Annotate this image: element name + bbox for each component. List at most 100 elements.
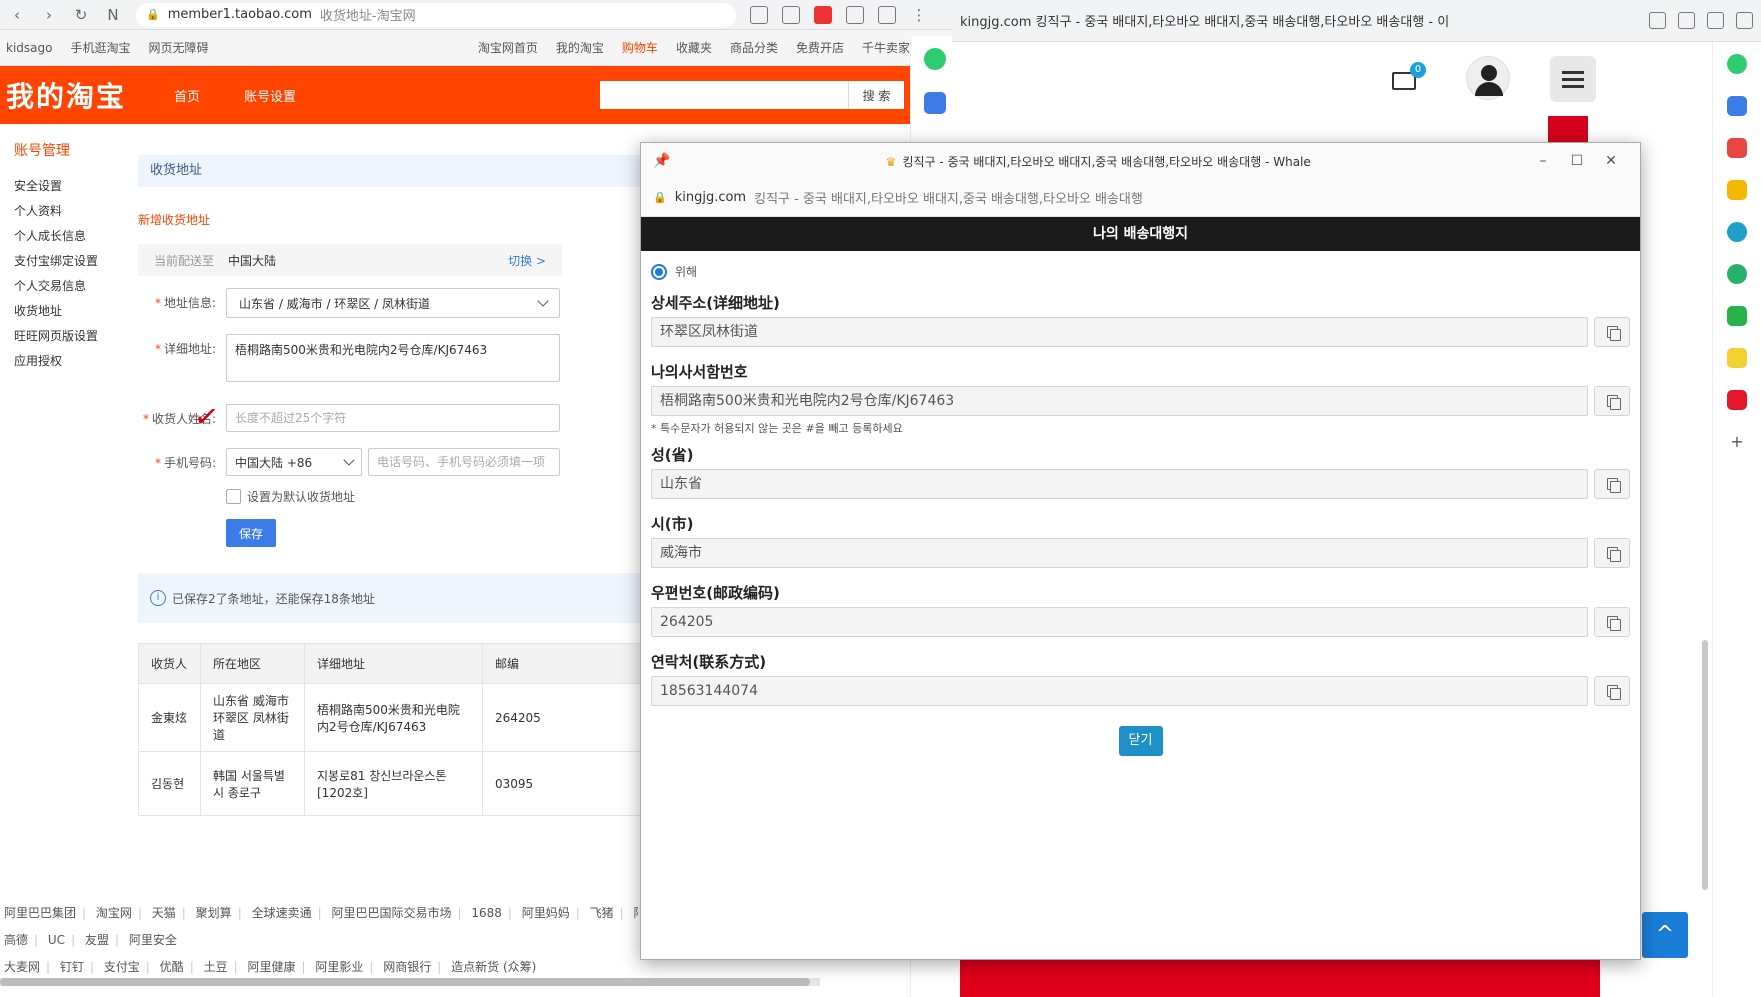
- address-info-select[interactable]: 山东省 / 威海市 / 环翠区 / 凤林街道: [226, 288, 560, 318]
- field-phone-value[interactable]: 18563144074: [651, 676, 1588, 706]
- footer-link[interactable]: UC: [48, 933, 65, 947]
- edge-icon[interactable]: [1727, 222, 1747, 242]
- copy-icon[interactable]: [1594, 607, 1630, 637]
- reload-icon[interactable]: ↻: [72, 6, 90, 24]
- field-mailbox-value[interactable]: 梧桐路南500米贵和光电院内2号仓库/KJ67463: [651, 386, 1588, 416]
- top-link-cart[interactable]: 购物车: [622, 39, 658, 56]
- footer-link[interactable]: 大麦网: [4, 960, 40, 974]
- scroll-top-button[interactable]: ^: [1642, 912, 1688, 958]
- footer-link[interactable]: 支付宝: [104, 960, 140, 974]
- now-icon[interactable]: [1727, 390, 1747, 410]
- copy-icon[interactable]: [1594, 676, 1630, 706]
- address-bar[interactable]: 🔒 member1.taobao.com 收货地址-淘宝网: [136, 2, 736, 27]
- footer-link[interactable]: 阿里安全: [129, 933, 177, 947]
- footer-link[interactable]: 阿里巴巴国际交易市场: [331, 906, 451, 920]
- minimize-icon[interactable]: –: [1526, 153, 1560, 169]
- footer-link[interactable]: 钉钉: [60, 960, 84, 974]
- green-circle-icon[interactable]: [1727, 54, 1747, 74]
- detail-address-textarea[interactable]: 梧桐路南500米贵和光电院内2号仓库/KJ67463: [226, 334, 560, 382]
- footer-link[interactable]: 阿里巴巴集团: [4, 906, 76, 920]
- sidebar-toggle-icon[interactable]: [878, 5, 896, 24]
- footer-link[interactable]: 飞猪: [590, 906, 614, 920]
- my-taobao-logo[interactable]: 我的淘宝: [6, 75, 126, 115]
- nav-account-settings[interactable]: 账号设置: [244, 86, 296, 105]
- pocket-icon[interactable]: [1727, 138, 1747, 158]
- home-icon[interactable]: N: [104, 6, 122, 24]
- calendar-icon[interactable]: [923, 92, 946, 114]
- search-input[interactable]: [600, 81, 848, 109]
- sidebar-item-alipay[interactable]: 支付宝绑定设置: [14, 249, 124, 274]
- sidebar-item-growth[interactable]: 个人成长信息: [14, 224, 124, 249]
- capture-icon[interactable]: [1707, 12, 1724, 29]
- footer-link[interactable]: 优酷: [160, 960, 184, 974]
- sidebar-item-profile[interactable]: 个人资料: [14, 199, 124, 224]
- top-link-home[interactable]: 淘宝网首页: [478, 39, 538, 56]
- top-link-my-taobao[interactable]: 我的淘宝: [556, 39, 604, 56]
- top-link-user[interactable]: kidsago: [6, 41, 52, 55]
- field-province-value[interactable]: 山东省: [651, 469, 1588, 499]
- top-link-favorites[interactable]: 收藏夹: [676, 39, 712, 56]
- top-link-categories[interactable]: 商品分类: [730, 39, 778, 56]
- add-icon[interactable]: +: [1727, 432, 1747, 452]
- more-menu-icon[interactable]: ⋮: [910, 6, 928, 24]
- footer-link[interactable]: 淘宝网: [96, 906, 132, 920]
- phone-input[interactable]: 电话号码、手机号码必须填一项: [368, 448, 560, 476]
- bookmark-icon[interactable]: [1678, 12, 1695, 29]
- close-icon[interactable]: ✕: [1594, 153, 1628, 169]
- footer-link[interactable]: 聚划算: [196, 906, 232, 920]
- save-button[interactable]: 保存: [226, 519, 276, 547]
- top-link-mobile[interactable]: 手机逛淘宝: [70, 39, 130, 56]
- footer-link[interactable]: 天猫: [152, 906, 176, 920]
- pin-icon[interactable]: 📌: [653, 153, 670, 169]
- field-city-value[interactable]: 威海市: [651, 538, 1588, 568]
- field-detail-value[interactable]: 环翠区凤林街道: [651, 317, 1588, 347]
- play-icon[interactable]: [1727, 264, 1747, 284]
- copy-icon[interactable]: [1594, 386, 1630, 416]
- footer-link[interactable]: 阿里影业: [315, 960, 363, 974]
- scroll-thumb[interactable]: [0, 978, 810, 986]
- sidebar-item-address[interactable]: 收货地址: [14, 299, 124, 324]
- capture-icon[interactable]: [846, 5, 864, 24]
- field-zip-value[interactable]: 264205: [651, 607, 1588, 637]
- top-link-open-shop[interactable]: 免费开店: [796, 39, 844, 56]
- sidebar-item-security[interactable]: 安全设置: [14, 174, 124, 199]
- user-avatar-icon[interactable]: [1466, 56, 1510, 100]
- horizontal-scrollbar[interactable]: [0, 978, 820, 986]
- footer-link[interactable]: 全球速卖通: [252, 906, 312, 920]
- bookmark-icon[interactable]: [782, 5, 800, 24]
- popup-address-bar[interactable]: 🔒 kingjg.com 킹직구 - 중국 배대지,타오바오 배대지,중국 배송…: [641, 179, 1640, 217]
- green-circle-icon[interactable]: [923, 48, 946, 70]
- footer-link[interactable]: 造点新货 (众筹): [451, 960, 536, 974]
- phone-code-select[interactable]: 中国大陆 +86: [226, 448, 362, 476]
- calendar-icon[interactable]: [1727, 96, 1747, 116]
- extension-icon[interactable]: [814, 5, 832, 24]
- footer-link[interactable]: 1688: [471, 906, 502, 920]
- share-icon[interactable]: [1649, 12, 1666, 29]
- share-icon[interactable]: [750, 5, 768, 24]
- copy-icon[interactable]: [1594, 469, 1630, 499]
- sidebar-item-app-auth[interactable]: 应用授权: [14, 349, 124, 374]
- copy-icon[interactable]: [1594, 538, 1630, 568]
- right-tab-title[interactable]: kingjg.com 킹직구 - 중국 배대지,타오바오 배대지,중국 배송대행…: [960, 11, 1637, 30]
- sidebar-item-wangwang[interactable]: 旺旺网页版设置: [14, 324, 124, 349]
- maximize-icon[interactable]: ☐: [1560, 153, 1594, 169]
- footer-link[interactable]: 阿里妈妈: [522, 906, 570, 920]
- footer-link[interactable]: 土豆: [204, 960, 228, 974]
- footer-link[interactable]: 阿里健康: [247, 960, 295, 974]
- footer-link[interactable]: 高德: [4, 933, 28, 947]
- switch-region-link[interactable]: 切换 >: [508, 252, 546, 269]
- default-address-checkbox[interactable]: [226, 489, 241, 504]
- sidebar-item-trade-info[interactable]: 个人交易信息: [14, 274, 124, 299]
- forward-icon[interactable]: ›: [40, 6, 58, 24]
- search-button[interactable]: 搜 索: [848, 81, 904, 109]
- copy-icon[interactable]: [1594, 317, 1630, 347]
- footer-link[interactable]: 友盟: [85, 933, 109, 947]
- note-icon[interactable]: [1727, 348, 1747, 368]
- vertical-scrollbar[interactable]: [1702, 640, 1708, 890]
- footer-link[interactable]: 阿里: [634, 906, 638, 920]
- hamburger-menu-icon[interactable]: [1550, 56, 1596, 102]
- receiver-name-input[interactable]: 长度不超过25个字符: [226, 404, 560, 432]
- chat-icon[interactable]: [1727, 306, 1747, 326]
- star-icon[interactable]: [1727, 180, 1747, 200]
- sidebar-toggle-icon[interactable]: [1736, 12, 1753, 29]
